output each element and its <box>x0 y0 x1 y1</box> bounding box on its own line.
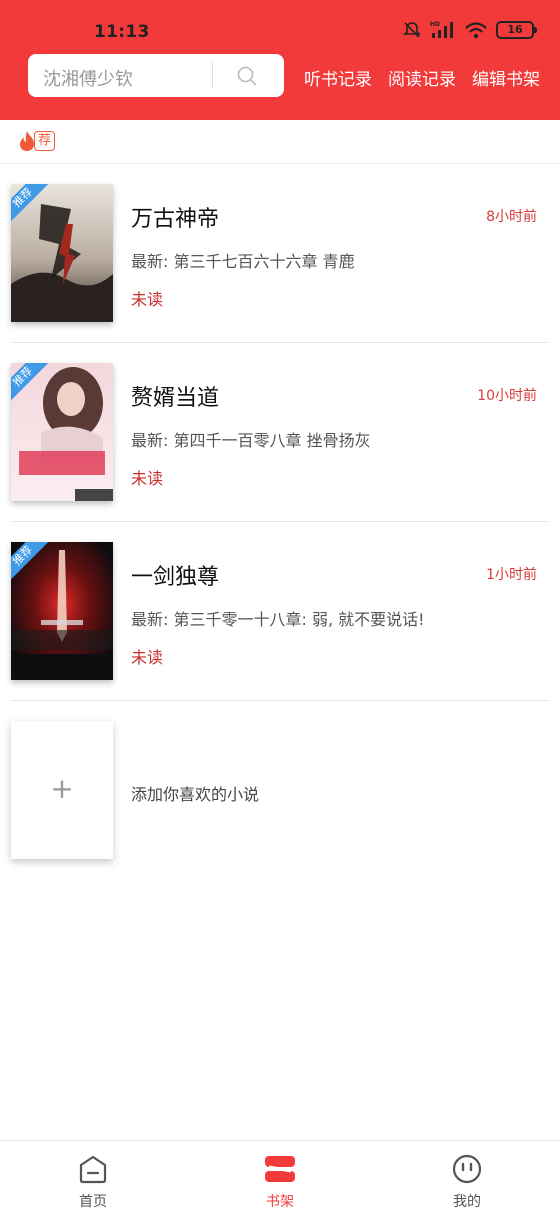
book-latest-chapter: 最新: 第三千七百六十六章 青鹿 <box>131 252 355 271</box>
search-icon[interactable] <box>236 65 258 87</box>
app-header: 11:13 HD 16 沈湘傅少钦 听书记录 阅读记录 编辑书架 <box>0 0 560 120</box>
book-title[interactable]: 万古神帝 <box>131 201 219 233</box>
book-latest-chapter: 最新: 第四千一百零八章 挫骨扬灰 <box>131 431 371 450</box>
mute-bell-icon <box>403 22 421 38</box>
book-item[interactable]: 推荐 一剑独尊 1小时前 最新: 第三千零一十八章: 弱, 就不要说话! 未读 <box>0 522 560 701</box>
status-time: 11:13 <box>94 22 150 42</box>
profile-icon <box>452 1154 482 1184</box>
book-read-status: 未读 <box>131 469 164 488</box>
read-history-link[interactable]: 阅读记录 <box>388 65 456 90</box>
book-read-status: 未读 <box>131 290 164 309</box>
nav-bookshelf[interactable]: 书架 <box>187 1141 373 1213</box>
book-item[interactable]: 推荐 万古神帝 8小时前 最新: 第三千七百六十六章 青鹿 未读 <box>0 164 560 343</box>
signal-icon: HD <box>430 21 453 38</box>
top-links: 听书记录 阅读记录 编辑书架 <box>304 65 540 90</box>
book-read-status: 未读 <box>131 648 164 667</box>
book-cover[interactable]: 推荐 <box>11 542 113 680</box>
status-bar: 11:13 HD 16 <box>0 0 560 48</box>
nav-home[interactable]: 首页 <box>0 1141 186 1213</box>
book-latest-chapter: 最新: 第三千零一十八章: 弱, 就不要说话! <box>131 610 425 629</box>
bottom-nav: 首页 书架 我的 <box>0 1140 560 1213</box>
battery-icon: 16 <box>496 21 537 39</box>
book-item[interactable]: 推荐 赘婿当道 10小时前 最新: 第四千一百零八章 挫骨扬灰 未读 <box>0 343 560 522</box>
listen-history-link[interactable]: 听书记录 <box>304 65 372 90</box>
nav-bookshelf-label: 书架 <box>266 1194 294 1210</box>
book-update-time: 10小时前 <box>477 388 537 404</box>
edit-shelf-link[interactable]: 编辑书架 <box>472 65 540 90</box>
recommend-row: 荐 <box>0 120 560 164</box>
recommend-tag[interactable]: 荐 <box>18 130 56 152</box>
add-book-label[interactable]: 添加你喜欢的小说 <box>131 781 259 805</box>
bookshelf-icon <box>265 1156 295 1182</box>
recommend-label: 荐 <box>34 131 56 151</box>
add-book-item[interactable]: + 添加你喜欢的小说 <box>0 701 560 881</box>
book-title[interactable]: 赘婿当道 <box>131 380 219 412</box>
plus-icon: + <box>50 772 74 805</box>
status-icons: HD 16 <box>402 20 537 40</box>
book-cover[interactable]: 推荐 <box>11 184 113 322</box>
wifi-icon <box>465 22 487 39</box>
search-divider <box>212 62 213 89</box>
book-update-time: 1小时前 <box>486 567 537 583</box>
nav-home-label: 首页 <box>79 1194 107 1210</box>
add-book-button[interactable]: + <box>11 721 113 859</box>
book-title[interactable]: 一剑独尊 <box>131 559 219 591</box>
search-box[interactable]: 沈湘傅少钦 <box>28 54 284 97</box>
book-cover[interactable]: 推荐 <box>11 363 113 501</box>
nav-profile-label: 我的 <box>453 1194 481 1210</box>
nav-profile[interactable]: 我的 <box>374 1141 560 1213</box>
svg-text:HD: HD <box>430 21 440 28</box>
search-input[interactable]: 沈湘傅少钦 <box>43 65 133 91</box>
book-update-time: 8小时前 <box>486 209 537 225</box>
home-icon <box>79 1155 107 1184</box>
